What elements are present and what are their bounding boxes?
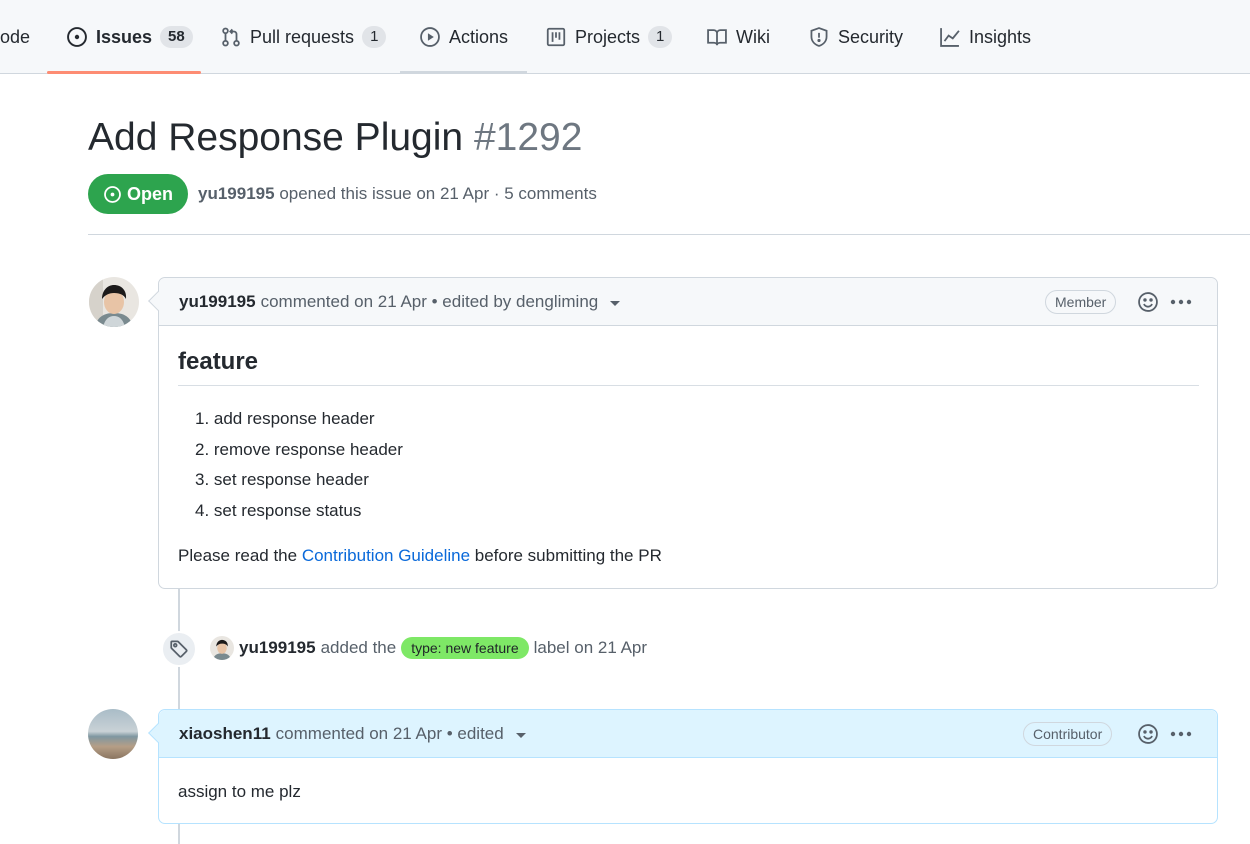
label-event: yu199195 added the type: new feature lab… [239,637,647,659]
header-divider [88,234,1250,235]
git-pull-request-icon [220,26,242,48]
comment-1-heading-rule [178,385,1199,386]
tab-projects[interactable]: Projects 1 [545,0,673,74]
comment-1-author[interactable]: yu199195 [179,292,256,312]
comment-2-body: assign to me plz [178,782,301,801]
list-item: 3. set response header [195,470,369,489]
comment-1-header: yu199195 commented on 21 Apr • edited by… [159,278,1217,326]
repo-nav: ode Issues 58 Pull requests 1 Actions Pr… [0,0,1250,74]
comment-2: xiaoshen11 commented on 21 Apr • edited … [148,709,1218,824]
paragraph-text-before: Please read the [178,546,302,565]
tab-pull-requests-label: Pull requests [250,26,355,47]
issue-title-text: Add Response Plugin [88,116,464,159]
label-pill[interactable]: type: new feature [401,637,529,659]
tab-wiki-label: Wiki [736,26,770,47]
comment-1-role-badge: Member [1045,290,1117,314]
project-icon [545,26,567,48]
event-text-after: label on 21 Apr [533,638,648,657]
tab-projects-label: Projects [575,26,641,47]
selected-tab-indicator [47,71,201,74]
event-author[interactable]: yu199195 [239,638,316,658]
tab-actions-label: Actions [449,26,509,47]
paragraph-text-after: before submitting the PR [470,546,662,565]
add-reaction-smiley-icon[interactable] [1137,291,1159,313]
issue-author-link[interactable]: yu199195 [198,184,275,203]
tab-security-label: Security [838,26,904,47]
issue-meta: yu199195 opened this issue on 21 Apr · 5… [198,184,597,204]
tag-icon [161,631,197,667]
edit-history-caret-icon[interactable] [515,732,526,738]
tab-actions[interactable]: Actions [419,0,508,74]
kebab-horizontal-icon[interactable] [1169,723,1193,745]
issues-counter: 58 [160,26,193,48]
issue-opened-icon [104,185,121,203]
graph-icon [939,26,961,48]
tab-issues-label: Issues [96,26,153,47]
tab-security[interactable]: Security [808,0,903,74]
issue-opened-icon [66,26,88,48]
tab-insights-label: Insights [969,26,1032,47]
list-item: 2. remove response header [195,439,403,459]
issue-state-text: Open [126,183,173,204]
tab-code-label: ode [0,26,31,47]
pull-requests-counter: 1 [362,26,387,48]
avatar-xiaoshen11[interactable] [88,709,138,759]
comment-2-author[interactable]: xiaoshen11 [179,724,271,744]
issue-number: #1292 [473,116,583,159]
comment-1-heading: feature [178,348,259,375]
issue-title: Add Response Plugin #1292 [88,116,582,160]
user-avatar-image [88,709,138,759]
list-item: 4. set response status [195,500,362,520]
comment-2-role-badge: Contributor [1023,722,1113,746]
avatar-yu199195[interactable] [89,277,139,327]
user-avatar-image [210,636,234,660]
tab-code[interactable]: ode [0,0,30,74]
contribution-guideline-link[interactable]: Contribution Guideline [302,546,470,565]
event-text-before: added the [320,638,397,657]
issue-state-badge: Open [88,174,188,214]
comment-1: yu199195 commented on 21 Apr • edited by… [148,277,1218,589]
tab-wiki[interactable]: Wiki [706,0,770,74]
play-icon [419,26,441,48]
tab-insights[interactable]: Insights [939,0,1031,74]
hover-tab-indicator [400,71,527,73]
user-avatar-image [89,277,139,327]
projects-counter: 1 [648,26,673,48]
comment-1-header-text: commented on 21 Apr • edited by denglimi… [260,291,599,311]
comment-1-paragraph: Please read the Contribution Guideline b… [178,546,662,566]
tab-issues[interactable]: Issues 58 [66,0,193,74]
issue-meta-text: opened this issue on 21 Apr · 5 comments [279,184,597,203]
kebab-horizontal-icon[interactable] [1169,291,1193,313]
list-item: 1. add response header [195,409,375,428]
edit-history-caret-icon[interactable] [610,300,621,306]
shield-icon [808,26,830,48]
event-avatar[interactable] [210,636,234,660]
comment-1-list: 1. add response header 2. remove respons… [195,407,403,529]
book-icon [706,26,728,48]
comment-2-header: xiaoshen11 commented on 21 Apr • edited … [159,710,1217,758]
tab-pull-requests[interactable]: Pull requests 1 [220,0,387,74]
comment-2-header-text: commented on 21 Apr • edited [275,723,504,743]
add-reaction-smiley-icon[interactable] [1137,723,1159,745]
